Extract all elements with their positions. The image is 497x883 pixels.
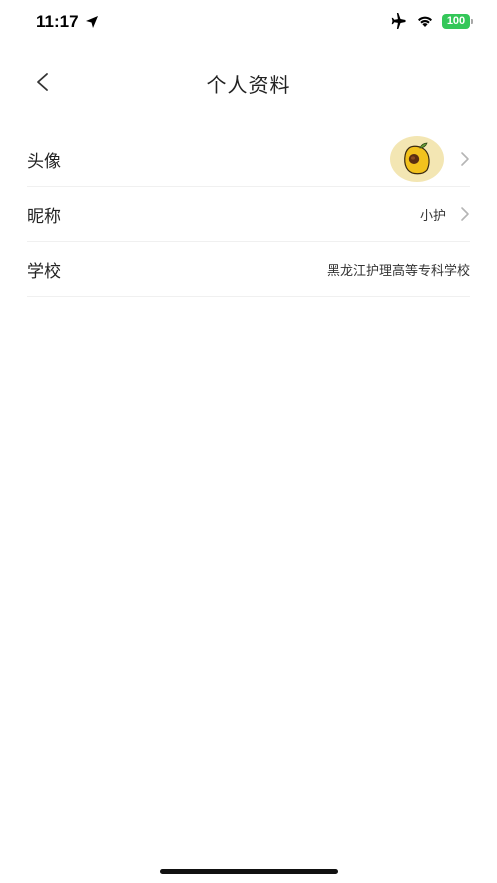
battery-tip (471, 18, 473, 24)
school-value: 黑龙江护理高等专科学校 (326, 263, 470, 279)
avatar-row-right (390, 132, 470, 186)
wifi-icon (418, 16, 432, 27)
battery-icon: 100 (442, 13, 473, 29)
school-row-right: 黑龙江护理高等专科学校 (327, 242, 470, 296)
nav-bar: 个人资料 (0, 56, 497, 108)
status-time-group: 11:17 (36, 12, 99, 32)
chevron-right-icon (461, 152, 469, 166)
status-time: 11:17 (36, 12, 79, 31)
status-bar: 11:17 100 (0, 0, 497, 44)
profile-list: 头像 昵称 小护 学校 黑龙江护理高等专科学校 (27, 132, 470, 297)
avatar[interactable] (390, 136, 444, 182)
status-icons: 100 (390, 13, 473, 29)
nickname-label: 昵称 (27, 206, 61, 227)
page-title: 个人资料 (206, 73, 291, 97)
nickname-row[interactable]: 昵称 小护 (27, 187, 470, 242)
avatar-label: 头像 (27, 151, 61, 172)
home-indicator (160, 869, 338, 874)
nickname-value: 小护 (419, 208, 446, 224)
airplane-icon (391, 13, 406, 29)
school-row: 学校 黑龙江护理高等专科学校 (27, 242, 470, 297)
avatar-row[interactable]: 头像 (27, 132, 470, 187)
school-label: 学校 (27, 261, 61, 282)
location-arrow-icon (85, 16, 98, 28)
fruit-avatar-icon (404, 142, 430, 175)
nickname-row-right: 小护 (420, 187, 470, 241)
chevron-right-icon (461, 207, 469, 221)
battery-level: 100 (442, 13, 470, 29)
